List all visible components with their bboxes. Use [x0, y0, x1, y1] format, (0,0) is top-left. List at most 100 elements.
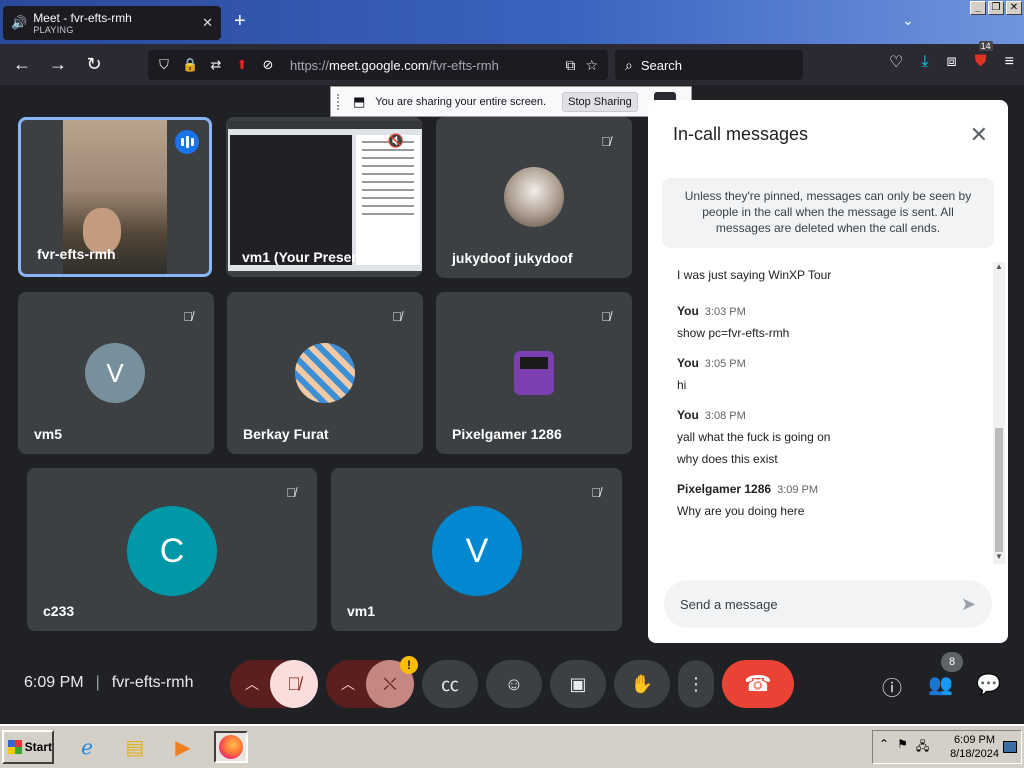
- chat-icon[interactable]: 💬: [976, 672, 1001, 697]
- message-text: yall what the fuck is going on: [677, 430, 831, 444]
- start-button[interactable]: Start: [2, 730, 54, 764]
- chat-scrollbar[interactable]: ▲ ▼: [993, 262, 1005, 564]
- show-hidden-icons-icon[interactable]: ⌃: [879, 737, 889, 758]
- participant-name: vm1: [347, 603, 376, 619]
- mic-off-icon: 🎙̸: [601, 133, 611, 149]
- message-time: 3:03 PM: [704, 306, 746, 318]
- stop-sharing-button[interactable]: Stop Sharing: [562, 91, 638, 112]
- firefox-icon: [219, 735, 243, 759]
- avatar: [295, 343, 355, 403]
- mic-off-icon: 🎙̸: [392, 308, 402, 324]
- emoji-button[interactable]: ☺: [486, 660, 542, 708]
- people-icon[interactable]: 👥: [928, 672, 953, 697]
- search-input[interactable]: ⌕ Search: [615, 50, 803, 80]
- system-tray: ⌃ ⚑ 🖧 6:09 PM 8/18/2024: [872, 730, 1022, 764]
- participant-tile[interactable]: 🔇 vm1 (Your Presentation): [226, 117, 422, 277]
- phone-hangup-icon: ☎: [744, 671, 772, 696]
- close-window-button[interactable]: ✕: [1006, 1, 1022, 15]
- browser-titlebar: 🔊 Meet - fvr-efts-rmh PLAYING ✕ + ⌄ _ ❐ …: [0, 0, 1024, 44]
- volume-muted-icon: 🔇: [387, 133, 405, 148]
- tray-clock[interactable]: 6:09 PM 8/18/2024: [950, 733, 1003, 761]
- minimize-window-button[interactable]: _: [970, 1, 986, 15]
- download-icon[interactable]: ⤓: [921, 53, 928, 71]
- close-tab-icon[interactable]: ✕: [202, 15, 213, 31]
- os-taskbar: Start ℯ ▤ ▶ ⌃ ⚑ 🖧 6:09 PM 8/18/2024: [0, 724, 1024, 768]
- tray-date: 8/18/2024: [950, 748, 999, 760]
- participant-name: Pixelgamer 1286: [452, 426, 562, 442]
- participant-name: Berkay Furat: [243, 426, 329, 442]
- picture-in-picture-icon[interactable]: ⧉: [565, 57, 575, 74]
- more-options-button[interactable]: ⋮: [678, 660, 714, 708]
- participant-name: c233: [43, 603, 75, 619]
- leave-call-button[interactable]: ☎: [722, 660, 794, 708]
- drag-handle[interactable]: [337, 93, 341, 110]
- shield-icon[interactable]: ⛉: [156, 57, 172, 73]
- back-icon[interactable]: ←: [8, 51, 36, 79]
- participant-tile[interactable]: fvr-efts-rmh: [18, 117, 212, 277]
- message-time: 3:09 PM: [777, 484, 819, 496]
- reload-icon[interactable]: ↻: [80, 51, 108, 79]
- browser-tab[interactable]: 🔊 Meet - fvr-efts-rmh PLAYING ✕: [3, 6, 221, 40]
- participant-tile[interactable]: C 🎙̸ c233: [27, 468, 317, 631]
- raise-hand-button[interactable]: ✋: [614, 660, 670, 708]
- message-sender: You: [677, 408, 699, 422]
- scrollbar-thumb[interactable]: [995, 428, 1003, 552]
- new-tab-icon[interactable]: +: [234, 10, 246, 33]
- media-player-icon[interactable]: ▶: [166, 731, 200, 763]
- message-text: I was just saying WinXP Tour: [677, 268, 832, 282]
- participant-tile[interactable]: V 🎙̸ vm1: [331, 468, 622, 631]
- emoji-icon: ☺: [504, 673, 524, 694]
- camera-options-chevron-icon[interactable]: ︿: [336, 672, 360, 696]
- speaker-icon[interactable]: 🔊: [11, 15, 27, 31]
- lock-icon[interactable]: 🔒: [182, 57, 198, 73]
- extension-badge: 14: [978, 41, 993, 51]
- extension-button[interactable]: 14 ⛊: [975, 41, 993, 71]
- meeting-time: 6:09 PM: [24, 674, 84, 691]
- participant-tile[interactable]: 🎙̸ Pixelgamer 1286: [436, 292, 632, 454]
- participant-tile[interactable]: 🎙̸ Berkay Furat: [227, 292, 423, 454]
- bookmark-star-icon[interactable]: ☆: [585, 57, 598, 74]
- screen-sharing-bar: ⬒ You are sharing your entire screen. St…: [330, 86, 692, 117]
- screen-share-icon[interactable]: ⬆: [234, 57, 250, 73]
- info-icon[interactable]: ⓘ: [882, 672, 902, 701]
- url-text[interactable]: https://meet.google.com/fvr-efts-rmh: [290, 58, 499, 73]
- internet-explorer-icon[interactable]: ℯ: [70, 731, 104, 763]
- participant-name: vm1 (Your Presentation): [242, 249, 403, 265]
- network-icon[interactable]: 🖧: [916, 737, 929, 758]
- file-explorer-icon[interactable]: ▤: [118, 731, 152, 763]
- captions-button[interactable]: ㏄: [422, 660, 478, 708]
- mic-off-icon: 🎙̸: [286, 484, 296, 500]
- chevron-down-icon[interactable]: ⌄: [902, 12, 914, 29]
- close-icon[interactable]: ✕: [970, 122, 988, 148]
- message-input[interactable]: [680, 596, 961, 612]
- menu-icon[interactable]: ≡: [1005, 53, 1014, 71]
- tab-status: PLAYING: [33, 24, 74, 35]
- participant-name: vm5: [34, 426, 63, 442]
- address-bar[interactable]: ⛉ 🔒 ⇄ ⬆ ⊘ https://meet.google.com/fvr-ef…: [148, 50, 608, 80]
- avatar: V: [85, 343, 145, 403]
- chat-title: In-call messages: [673, 124, 809, 144]
- send-icon[interactable]: ➤: [961, 594, 976, 615]
- camera-blocked-icon[interactable]: ⊘: [260, 57, 276, 73]
- present-button[interactable]: ▣: [550, 660, 606, 708]
- mic-options-chevron-icon[interactable]: ︿: [240, 672, 264, 696]
- tray-time: 6:09 PM: [954, 734, 996, 746]
- screen-share-icon: ⬒: [353, 93, 366, 109]
- pocket-icon[interactable]: ♡: [889, 52, 903, 72]
- participant-tile[interactable]: V 🎙̸ vm5: [18, 292, 214, 454]
- camera-warning-icon[interactable]: !: [400, 656, 418, 674]
- show-desktop-icon[interactable]: [1003, 741, 1017, 753]
- restore-window-button[interactable]: ❐: [988, 1, 1004, 15]
- firefox-taskbar-button[interactable]: [214, 731, 248, 763]
- mic-control: ︿ 🎙̸: [230, 660, 318, 708]
- message-group: Pixelgamer 1286 3:09 PM Why are you doing…: [677, 482, 987, 518]
- permissions-icon[interactable]: ⇄: [208, 57, 224, 73]
- mic-off-button[interactable]: 🎙̸: [270, 660, 318, 708]
- extensions-icon[interactable]: ⧈: [946, 53, 956, 71]
- participant-tile[interactable]: 🎙̸ jukydoof jukydoof: [436, 117, 632, 278]
- scroll-down-icon[interactable]: ▼: [993, 552, 1005, 564]
- forward-icon[interactable]: →: [44, 51, 72, 79]
- action-center-flag-icon[interactable]: ⚑: [897, 737, 908, 758]
- mic-off-icon: 🎙̸: [591, 484, 601, 500]
- scroll-up-icon[interactable]: ▲: [993, 262, 1005, 274]
